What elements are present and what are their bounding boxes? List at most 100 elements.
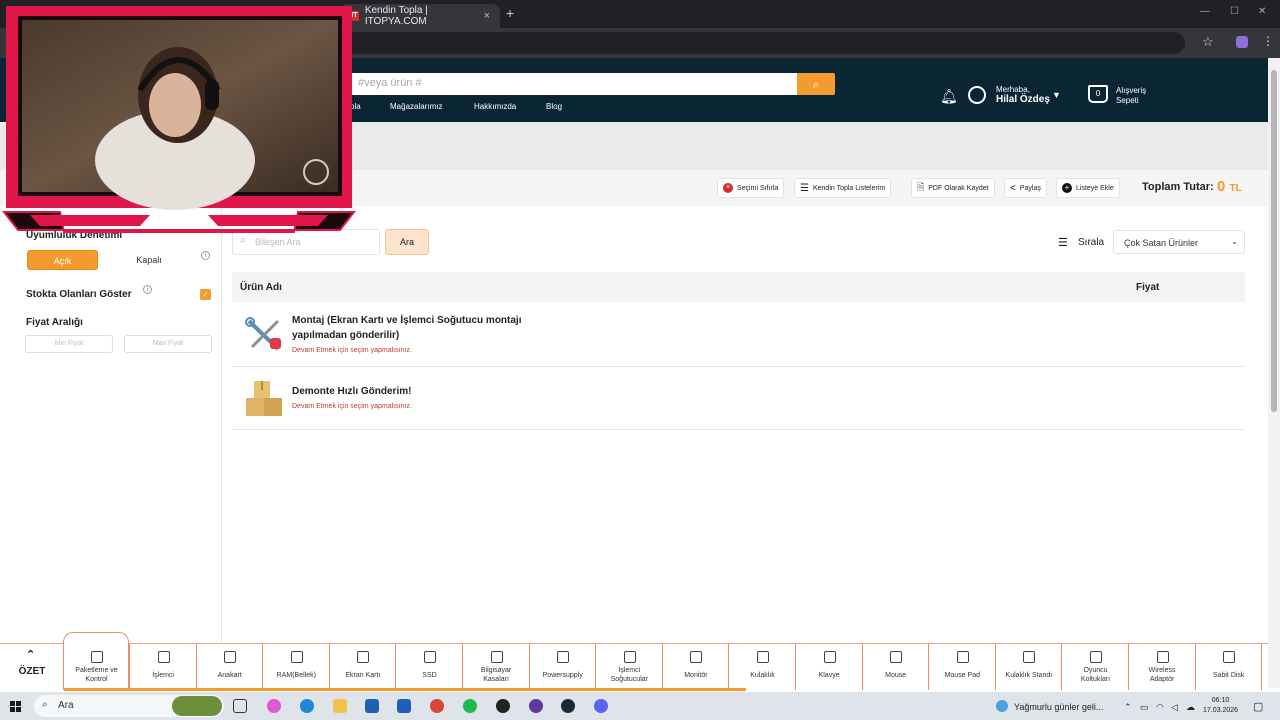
category-icon: [424, 651, 436, 663]
total-currency: TL: [1229, 183, 1242, 194]
category-item[interactable]: RAM(Bellek): [264, 644, 330, 690]
category-icon: [956, 651, 969, 663]
chevron-down-icon: ⌄: [1231, 237, 1238, 246]
in-stock-label: Stokta Olanları Göster: [26, 289, 132, 300]
min-price-input[interactable]: Min Fiyat: [25, 335, 113, 353]
save-pdf-button[interactable]: 🗎︎ PDF Olarak Kaydet: [911, 178, 995, 198]
summary-button[interactable]: ⌃ ÖZET: [0, 644, 64, 690]
user-icon[interactable]: [968, 86, 986, 104]
minimize-icon[interactable]: —: [1200, 6, 1210, 17]
category-item[interactable]: Kulaklık Standı: [996, 644, 1063, 690]
spotify-icon[interactable]: [463, 699, 477, 713]
weather-icon: [996, 700, 1008, 712]
info-icon[interactable]: i: [201, 251, 210, 260]
network-icon[interactable]: ◠: [1156, 702, 1164, 713]
outlook-icon[interactable]: [397, 699, 411, 713]
my-lists-button[interactable]: ☰ Kendin Topla Listelerim: [794, 178, 892, 198]
product-name[interactable]: Montaj (Ekran Kartı ve İşlemci Soğutucu …: [292, 313, 522, 343]
copilot-icon[interactable]: [267, 699, 281, 713]
category-item[interactable]: Bilgisayar Kasaları: [464, 644, 530, 690]
reset-selection-button[interactable]: × Seçimi Sıfırla: [717, 178, 785, 198]
category-icon: [1090, 651, 1102, 663]
stadium-widget-icon[interactable]: [172, 696, 222, 716]
nav-link-stores[interactable]: Mağazalarımız: [390, 102, 442, 111]
category-item[interactable]: İşlemci: [131, 644, 197, 690]
info-icon[interactable]: i: [143, 285, 152, 294]
category-item[interactable]: Sabit Disk: [1196, 644, 1263, 690]
boxes-icon: [246, 381, 282, 416]
discord-icon[interactable]: [594, 699, 608, 713]
store-icon[interactable]: [365, 699, 379, 713]
category-icon: [224, 651, 237, 663]
category-item[interactable]: Monitör: [663, 644, 730, 690]
clock-time: 06:10: [1211, 697, 1230, 704]
category-item[interactable]: Klavye: [797, 644, 863, 690]
scrollbar-thumb[interactable]: [1271, 70, 1277, 412]
obs-icon[interactable]: [496, 699, 510, 713]
account-dropdown-icon[interactable]: ▼: [1052, 90, 1061, 100]
bookmark-star-icon[interactable]: ☆: [1202, 34, 1214, 50]
restore-icon[interactable]: ☐: [1230, 6, 1239, 17]
category-icon: [623, 651, 636, 663]
search-button[interactable]: ⌕: [797, 73, 835, 95]
extension-icon[interactable]: [1236, 36, 1248, 48]
category-item[interactable]: Oyuncu Koltukları: [1063, 644, 1129, 690]
product-table-header: [232, 272, 1245, 302]
category-item[interactable]: İşlemci Soğutucular: [597, 644, 663, 690]
windows-start-icon[interactable]: [10, 701, 22, 713]
category-icon: [690, 651, 703, 663]
weather-text[interactable]: Yağmurlu günler geli...: [1014, 702, 1103, 712]
pdf-icon: 🗎︎: [917, 182, 925, 192]
new-tab-button[interactable]: +: [506, 5, 514, 21]
category-item[interactable]: Paketleme ve Kontrol: [64, 644, 130, 690]
category-label: Paketleme ve: [75, 667, 118, 674]
browser-tab[interactable]: IT Kendin Topla | ITOPYA.COM ×: [340, 4, 500, 28]
sort-icon: ☰: [1058, 237, 1068, 249]
cart-icon[interactable]: 0: [1088, 85, 1108, 103]
max-price-input[interactable]: Max Fiyat: [124, 335, 212, 353]
cart-label-2: Sepeti: [1116, 96, 1139, 105]
category-item[interactable]: Anakart: [197, 644, 264, 690]
category-item[interactable]: Wireless Adaptör: [1130, 644, 1196, 690]
category-item[interactable]: Kulaklık: [730, 644, 796, 690]
notification-bell-icon[interactable]: 🔔︎: [940, 88, 958, 105]
volume-icon[interactable]: ◁: [1171, 702, 1178, 713]
product-name[interactable]: Demonte Hızlı Gönderim!: [292, 384, 411, 399]
category-item[interactable]: SSD: [397, 644, 463, 690]
account-greeting[interactable]: Merhaba, Hilal Özdeş: [996, 85, 1050, 105]
browser-menu-icon[interactable]: ⋮: [1262, 34, 1274, 48]
component-search-placeholder: Bileşen Ara: [255, 237, 301, 247]
steam-icon[interactable]: [561, 699, 575, 713]
tray-chevron-icon[interactable]: ⌃: [1124, 702, 1132, 713]
category-label: SSD: [422, 672, 437, 679]
edge-icon[interactable]: [300, 699, 314, 713]
close-window-icon[interactable]: ✕: [1258, 6, 1266, 17]
share-icon: <: [1010, 182, 1016, 194]
taskbar-clock[interactable]: 06:10 17.03.2026: [1203, 696, 1238, 716]
category-item[interactable]: Powersupply: [530, 644, 597, 690]
file-explorer-icon[interactable]: [333, 699, 347, 713]
onedrive-icon[interactable]: ☁︎: [1186, 702, 1195, 713]
add-to-list-button[interactable]: + Listeye Ekle: [1056, 178, 1120, 198]
nav-link-about[interactable]: Hakkımızda: [474, 102, 516, 111]
task-view-icon[interactable]: [233, 699, 247, 713]
component-search-button[interactable]: Ara: [385, 229, 429, 255]
search-icon: ⌕: [42, 699, 48, 710]
compatibility-on-button[interactable]: Açık: [27, 250, 98, 270]
category-item[interactable]: Mouse: [863, 644, 930, 690]
app-icon[interactable]: [529, 699, 543, 713]
share-button[interactable]: < Paylaş: [1004, 178, 1047, 198]
nav-link-blog[interactable]: Blog: [546, 102, 562, 111]
cart-link[interactable]: Alışveriş Sepeti: [1116, 86, 1146, 106]
close-tab-icon[interactable]: ×: [484, 10, 490, 22]
address-bar[interactable]: [345, 32, 1185, 54]
in-stock-checkbox[interactable]: ✓: [200, 289, 211, 300]
category-item[interactable]: Mouse Pad: [930, 644, 996, 690]
chrome-icon[interactable]: [430, 699, 444, 713]
compatibility-off-button[interactable]: Kapalı: [106, 250, 192, 270]
product-search-input[interactable]: #veya ürün #: [350, 73, 798, 95]
notification-center-icon[interactable]: ▢: [1253, 700, 1263, 713]
sort-select[interactable]: Çok Satan Ürünler ⌄: [1113, 230, 1245, 254]
category-item[interactable]: Ekran Kartı: [330, 644, 397, 690]
battery-icon[interactable]: ▭: [1140, 702, 1149, 713]
